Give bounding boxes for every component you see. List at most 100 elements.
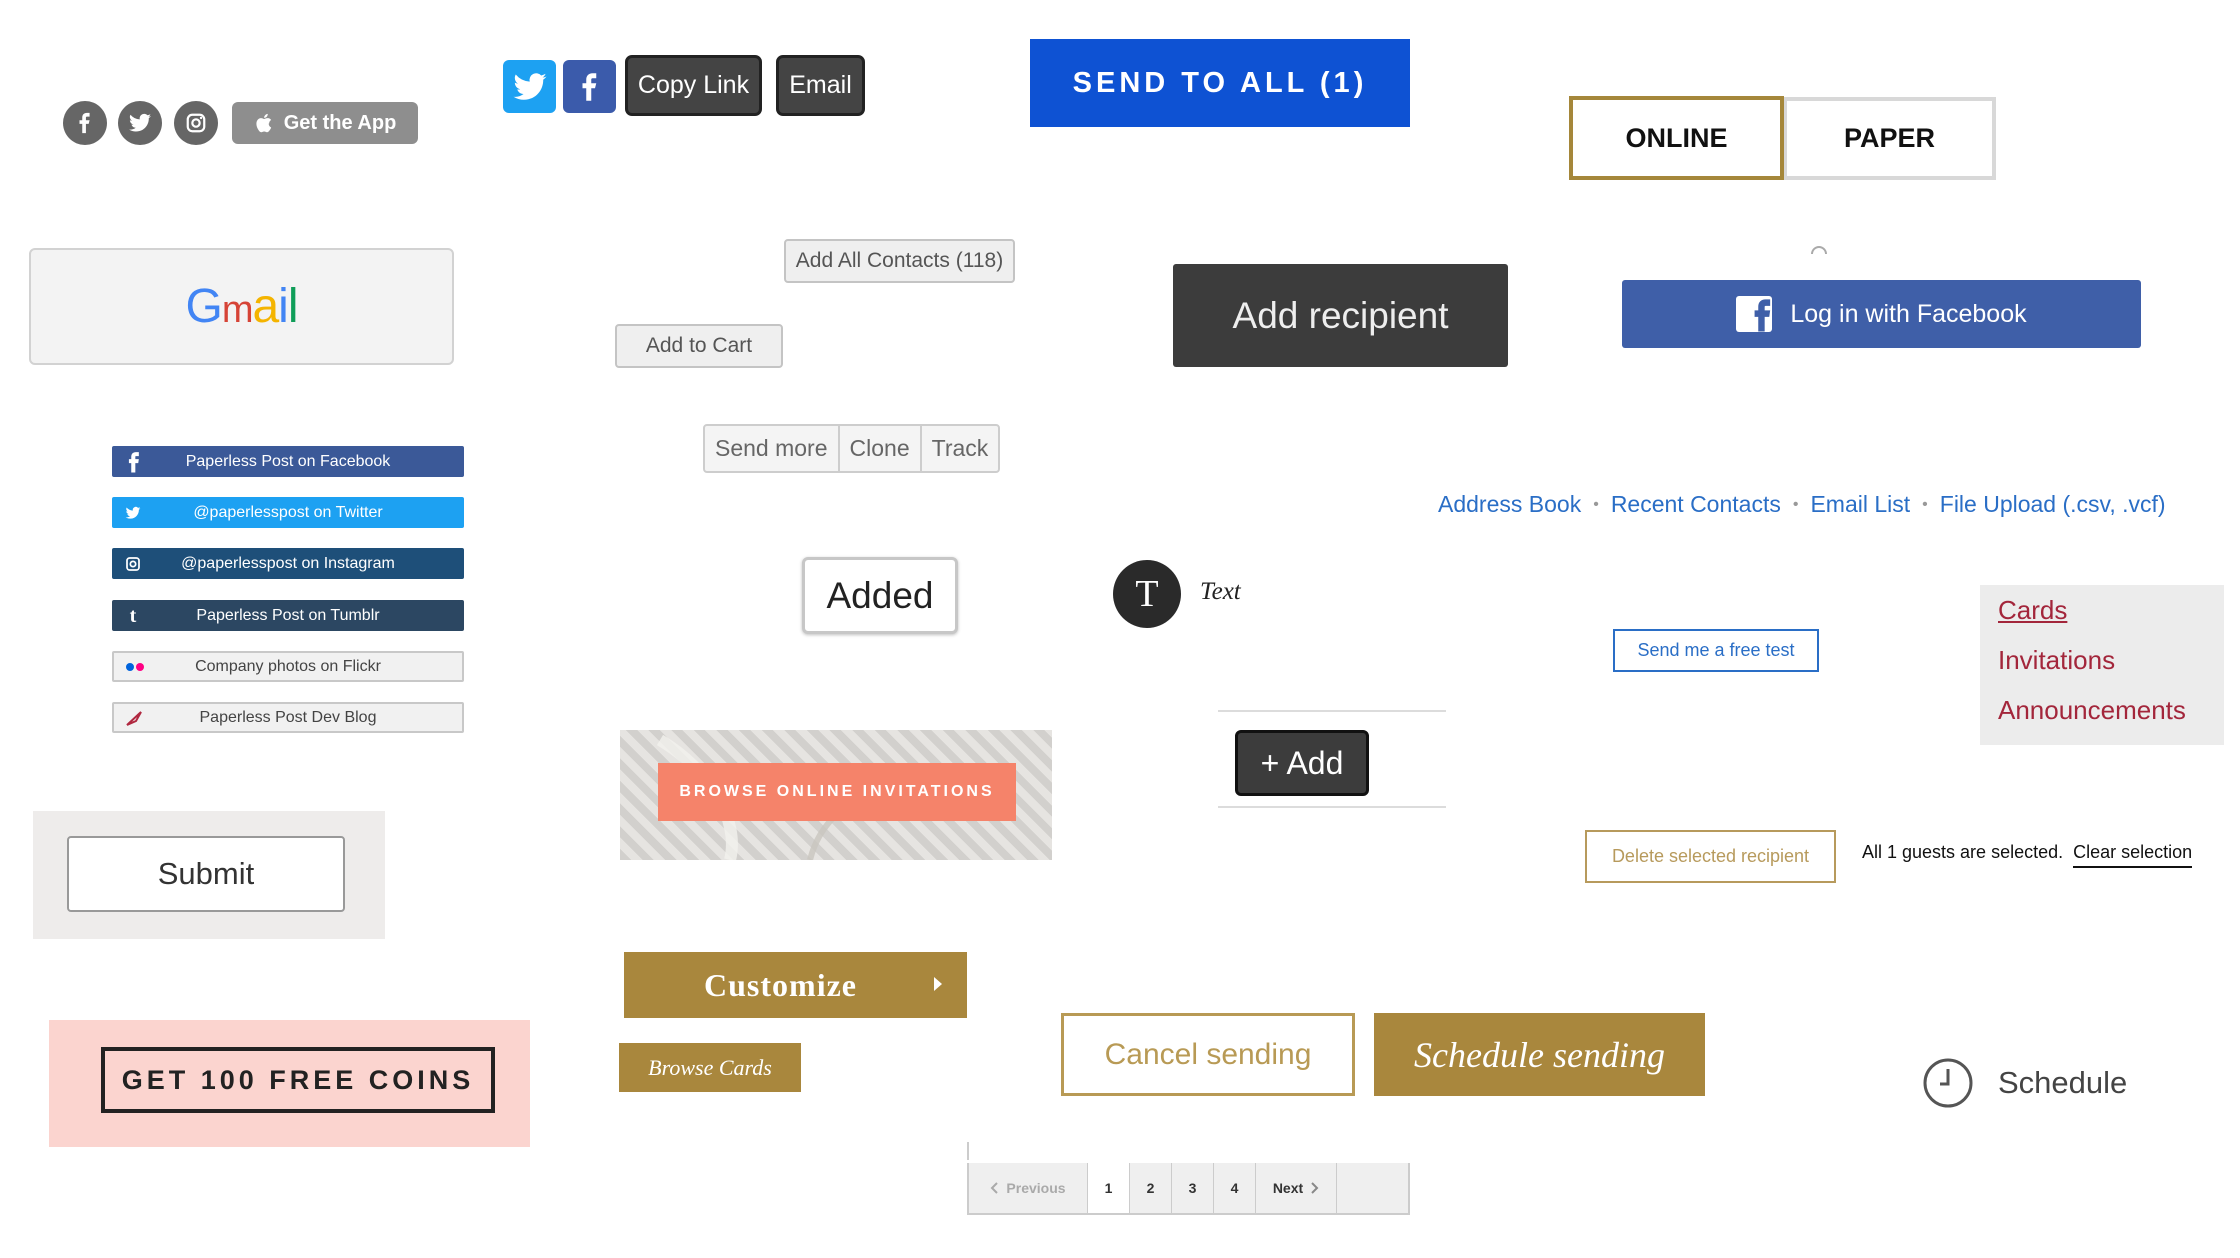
selection-status-text: All 1 guests are selected. [1862,842,2064,862]
tumblr-link-bar[interactable]: t Paperless Post on Tumblr [112,600,464,631]
spinner-icon [1811,246,1827,254]
add-recipient-button[interactable]: Add recipient [1173,264,1508,367]
delete-selected-recipient-button[interactable]: Delete selected recipient [1585,830,1836,883]
add-recipient-label: Add recipient [1232,294,1449,336]
gmail-button[interactable]: Gmail [29,248,454,365]
added-button[interactable]: Added [802,557,958,634]
facebook-login-button[interactable]: Log in with Facebook [1622,280,2141,348]
twitter-circle-icon[interactable] [118,101,162,145]
gmail-logo: Gmail [185,280,298,333]
file-upload-link[interactable]: File Upload (.csv, .vcf) [1940,491,2166,518]
paper-toggle[interactable]: PAPER [1783,97,1996,180]
track-button[interactable]: Track [922,426,999,471]
online-toggle[interactable]: ONLINE [1569,96,1784,180]
divider [1218,806,1446,808]
submit-button[interactable]: Submit [67,836,345,912]
separator-dot: • [1792,495,1799,513]
browse-online-invitations-button[interactable]: BROWSE ONLINE INVITATIONS [658,763,1016,821]
send-more-button[interactable]: Send more [705,426,840,471]
clone-button[interactable]: Clone [840,426,922,471]
paper-label: PAPER [1843,123,1936,153]
chevron-right-icon [1311,1182,1319,1194]
recent-contacts-link[interactable]: Recent Contacts [1611,491,1781,518]
email-label: Email [789,71,852,99]
online-label: ONLINE [1625,122,1728,153]
page-3-button[interactable]: 3 [1172,1163,1214,1213]
email-list-link[interactable]: Email List [1810,491,1910,518]
actions-group: Send more Clone Track [703,424,1001,473]
customize-label: Customize [704,966,857,1003]
schedule-sending-label: Schedule sending [1414,1034,1665,1075]
dev-blog-link-bar[interactable]: Paperless Post Dev Blog [112,702,464,733]
category-menu: Cards Invitations Announcements [1980,585,2224,745]
schedule-label: Schedule [1998,1065,2128,1100]
chevron-right-icon [933,976,943,992]
pager-edge [967,1142,969,1160]
instagram-link-label: @paperlesspost on Instagram [181,554,395,572]
browse-cards-button[interactable]: Browse Cards [619,1043,801,1092]
customize-button[interactable]: Customize [624,952,967,1018]
add-all-contacts-button[interactable]: Add All Contacts (118) [784,239,1015,283]
facebook-link-label: Paperless Post on Facebook [185,452,391,470]
submit-label: Submit [157,856,255,891]
cancel-sending-button[interactable]: Cancel sending [1061,1013,1355,1096]
cancel-sending-label: Cancel sending [1104,1037,1312,1071]
tumblr-link-label: Paperless Post on Tumblr [196,606,380,624]
clear-selection-link[interactable]: Clear selection [2073,842,2193,868]
facebook-link-bar[interactable]: Paperless Post on Facebook [112,446,464,477]
send-to-all-button[interactable]: SEND TO ALL (1) [1030,39,1410,127]
pagination: Previous 1 2 3 4 Next [967,1163,1410,1215]
address-book-link[interactable]: Address Book [1438,491,1581,518]
instagram-circle-icon[interactable] [174,101,218,145]
twitter-link-label: @paperlesspost on Twitter [193,503,383,521]
facebook-circle-icon[interactable] [63,101,107,145]
page-1-button[interactable]: 1 [1088,1163,1130,1213]
next-page-button[interactable]: Next [1256,1163,1337,1213]
add-to-cart-label: Add to Cart [645,334,753,357]
facebook-logo-icon [1736,296,1773,332]
menu-item-announcements[interactable]: Announcements [1998,695,2186,726]
copy-link-button[interactable]: Copy Link [625,55,762,116]
separator-dot: • [1922,495,1928,513]
send-free-test-label: Send me a free test [1637,640,1795,660]
previous-label: Previous [1006,1180,1066,1196]
apple-icon [254,111,276,135]
text-tool-icon[interactable]: T [1113,560,1181,628]
add-button[interactable]: + Add [1235,730,1369,796]
dev-blog-link-label: Paperless Post Dev Blog [199,708,377,726]
browse-invitations-banner: BROWSE ONLINE INVITATIONS [620,730,1052,860]
submit-container: Submit [33,811,385,939]
text-tool-label: Text [1200,578,1241,605]
added-label: Added [826,574,934,616]
get-free-coins-button[interactable]: GET 100 FREE COINS [101,1047,495,1113]
schedule-button[interactable]: Schedule [1922,1057,2127,1109]
flickr-link-bar[interactable]: Company photos on Flickr [112,651,464,682]
twitter-link-bar[interactable]: @paperlesspost on Twitter [112,497,464,528]
divider [1218,710,1446,712]
flickr-link-label: Company photos on Flickr [195,657,381,675]
clock-icon [1922,1057,1974,1109]
next-label: Next [1272,1180,1304,1196]
page-4-button[interactable]: 4 [1214,1163,1256,1213]
send-free-test-button[interactable]: Send me a free test [1613,629,1819,672]
schedule-sending-button[interactable]: Schedule sending [1374,1013,1705,1096]
facebook-login-label: Log in with Facebook [1790,299,2027,328]
delete-selected-recipient-label: Delete selected recipient [1611,846,1810,866]
menu-item-invitations[interactable]: Invitations [1998,645,2115,676]
browse-online-invitations-label: BROWSE ONLINE INVITATIONS [679,783,995,800]
contact-sources: Address Book • Recent Contacts • Email L… [1438,491,2166,518]
page-2-button[interactable]: 2 [1130,1163,1172,1213]
facebook-share-icon[interactable] [563,60,616,113]
previous-page-button[interactable]: Previous [969,1163,1088,1213]
add-label: + Add [1260,744,1344,781]
get-the-app-label: Get the App [283,111,397,134]
menu-item-cards[interactable]: Cards [1998,595,2067,626]
twitter-share-icon[interactable] [503,60,556,113]
instagram-link-bar[interactable]: @paperlesspost on Instagram [112,548,464,579]
get-free-coins-label: GET 100 FREE COINS [121,1064,475,1095]
add-to-cart-button[interactable]: Add to Cart [615,324,783,368]
get-the-app-button[interactable]: Get the App [232,102,418,144]
text-tool-letter: T [1135,573,1159,615]
email-button[interactable]: Email [776,55,865,116]
chevron-left-icon [990,1182,999,1194]
